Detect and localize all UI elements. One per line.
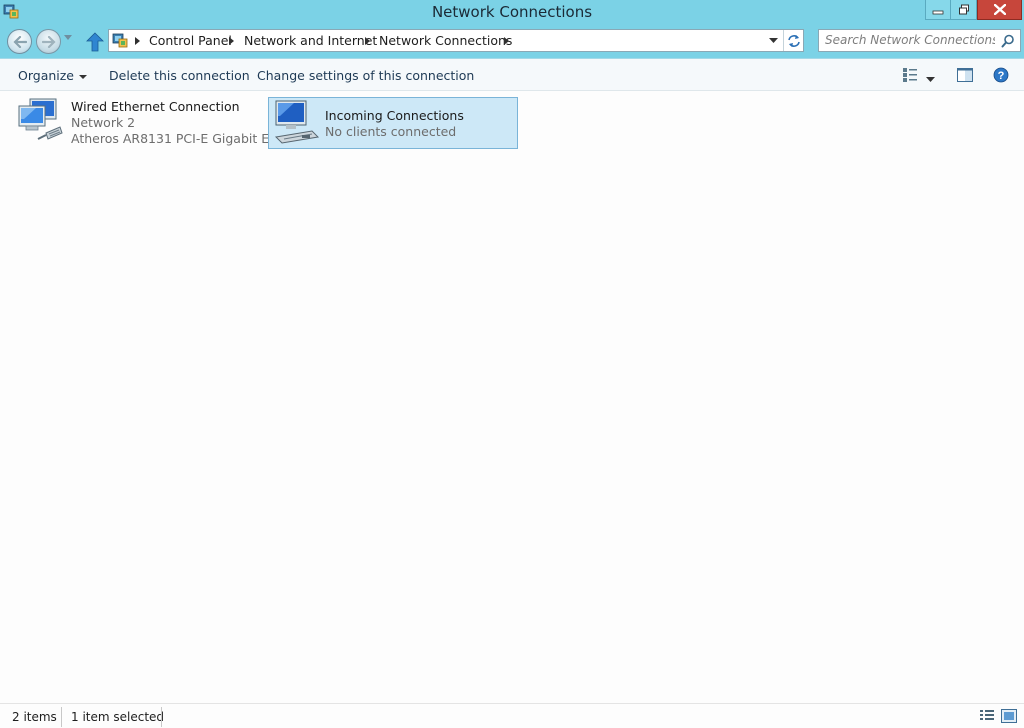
chevron-down-icon: [79, 74, 87, 79]
navigation-bar: Control Panel Network and Internet Netwo…: [0, 24, 1024, 58]
connection-name: Incoming Connections: [325, 108, 464, 123]
up-arrow-icon[interactable]: [86, 32, 104, 52]
back-arrow-icon: [12, 35, 27, 48]
address-bar[interactable]: Control Panel Network and Internet Netwo…: [108, 29, 804, 52]
connection-status: No clients connected: [325, 124, 457, 139]
status-divider: [61, 707, 62, 727]
breadcrumb-network-and-internet[interactable]: Network and Internet: [244, 33, 377, 48]
large-icons-view-icon[interactable]: [1001, 709, 1017, 723]
search-input[interactable]: [825, 33, 995, 47]
close-icon: [993, 4, 1006, 15]
restore-icon: [958, 4, 969, 14]
chevron-down-icon: [768, 37, 778, 43]
breadcrumb-control-panel[interactable]: Control Panel: [149, 33, 232, 48]
breadcrumb-separator[interactable]: [229, 37, 234, 45]
preview-pane-icon: [957, 68, 973, 82]
incoming-connection-icon: [274, 100, 320, 144]
svg-text:?: ?: [998, 70, 1005, 82]
forward-button[interactable]: [36, 29, 61, 54]
breadcrumb-network-connections[interactable]: Network Connections: [379, 33, 512, 48]
forward-arrow-icon: [41, 35, 56, 48]
view-tiles-icon: [903, 68, 917, 82]
connection-device: Atheros AR8131 PCI-E Gigabit Eth...: [71, 131, 294, 146]
view-options-dropdown[interactable]: [926, 72, 935, 86]
help-button[interactable]: ?: [993, 67, 1009, 86]
minimize-button[interactable]: [925, 0, 951, 20]
search-box[interactable]: [818, 29, 1021, 52]
breadcrumb-separator[interactable]: [365, 37, 370, 45]
breadcrumb-separator[interactable]: [504, 37, 509, 45]
connection-name: Wired Ethernet Connection: [71, 99, 240, 114]
minimize-icon: [932, 10, 944, 14]
connection-tile-wired-ethernet[interactable]: Wired Ethernet Connection Network 2 Athe…: [14, 97, 294, 149]
breadcrumb-separator[interactable]: [135, 37, 140, 45]
window-title: Network Connections: [431, 3, 593, 21]
search-icon[interactable]: [1001, 34, 1015, 48]
refresh-icon: [787, 34, 800, 47]
back-button[interactable]: [7, 29, 32, 54]
change-settings-button[interactable]: Change settings of this connection: [257, 68, 474, 83]
status-divider: [161, 707, 162, 727]
details-view-icon[interactable]: [979, 709, 995, 723]
connections-view[interactable]: Wired Ethernet Connection Network 2 Athe…: [0, 91, 1024, 700]
delete-connection-button[interactable]: Delete this connection: [109, 68, 250, 83]
address-history-button[interactable]: [763, 30, 783, 51]
network-adapter-icon: [18, 98, 63, 140]
item-count: 2 items: [12, 710, 57, 724]
control-panel-icon: [112, 33, 128, 48]
help-icon: ?: [993, 67, 1009, 83]
change-view-button[interactable]: [902, 67, 918, 86]
selection-count: 1 item selected: [71, 710, 165, 724]
close-button[interactable]: [977, 0, 1022, 20]
status-bar: 2 items 1 item selected: [0, 703, 1024, 728]
restore-button[interactable]: [951, 0, 977, 20]
organize-menu-button[interactable]: Organize: [18, 68, 87, 83]
connection-tile-incoming[interactable]: Incoming Connections No clients connecte…: [268, 97, 518, 149]
command-bar: Organize Delete this connection Change s…: [0, 58, 1024, 91]
title-bar: Network Connections: [0, 0, 1024, 24]
chevron-down-icon: [926, 77, 935, 82]
preview-pane-button[interactable]: [957, 67, 973, 86]
connection-status: Network 2: [71, 115, 136, 130]
recent-pages-dropdown-icon[interactable]: [64, 35, 72, 41]
refresh-button[interactable]: [783, 30, 803, 51]
organize-label: Organize: [18, 68, 74, 83]
